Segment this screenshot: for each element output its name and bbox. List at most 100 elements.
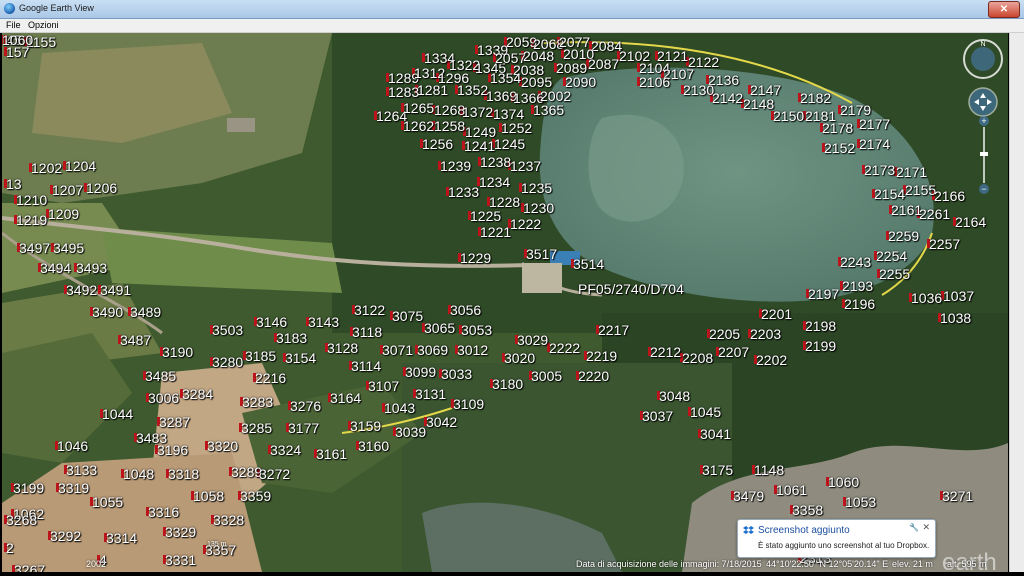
placemark-label[interactable]: 2220 [578,369,609,383]
placemark-label[interactable]: 3276 [290,399,321,413]
placemark-label[interactable]: 1256 [422,137,453,151]
placemark-label[interactable]: 2197 [808,287,839,301]
menu-options[interactable]: Opzioni [28,20,59,30]
placemark-label[interactable]: 1061 [776,483,807,497]
placemark-label[interactable]: 1281 [417,83,448,97]
placemark-label[interactable]: 2261 [919,207,950,221]
placemark-label[interactable]: 3485 [145,369,176,383]
placemark-label[interactable]: 1219 [16,213,47,227]
settings-icon[interactable]: 🔧 [909,523,919,532]
placemark-label[interactable]: 2207 [718,345,749,359]
placemark-label[interactable]: 2178 [822,121,853,135]
placemark-label[interactable]: 3190 [162,345,193,359]
dropbox-notification[interactable]: Screenshot aggiunto È stato aggiunto uno… [737,519,936,558]
placemark-label[interactable]: 2196 [844,297,875,311]
placemark-label[interactable]: 3494 [40,261,71,275]
placemark-label[interactable]: 1206 [86,181,117,195]
placemark-label[interactable]: 2202 [756,353,787,367]
placemark-label[interactable]: 1374 [493,107,524,121]
placemark-label[interactable]: 2130 [683,83,714,97]
placemark-label[interactable]: 1258 [434,119,465,133]
placemark-label[interactable]: 1372 [462,105,493,119]
placemark-label[interactable]: 2174 [859,137,890,151]
placemark-label[interactable]: 2171 [896,165,927,179]
placemark-label[interactable]: 3069 [417,343,448,357]
placemark-label[interactable]: 3109 [453,397,484,411]
placemark-label[interactable]: 2217 [598,323,629,337]
placemark-label[interactable]: 1225 [470,209,501,223]
placemark-label[interactable]: 1222 [510,217,541,231]
placemark-label[interactable]: 1207 [52,183,83,197]
placemark-label[interactable]: 3292 [50,529,81,543]
placemark-label[interactable]: 3071 [382,343,413,357]
placemark-label[interactable]: 1249 [465,125,496,139]
placemark-label[interactable]: 3065 [424,321,455,335]
placemark-label[interactable]: 3114 [351,359,381,373]
placemark-label[interactable]: 3159 [350,419,381,433]
placemark-label[interactable]: 2182 [800,91,831,105]
placemark-label[interactable]: 2208 [682,351,713,365]
placemark-label[interactable]: 3285 [241,421,272,435]
placemark-label[interactable]: 3199 [13,481,44,495]
placemark-label[interactable]: 3479 [733,489,764,503]
placemark-label[interactable]: 3177 [288,421,319,435]
satellite-map[interactable]: 45 1155 157 1339 2059 2068 2077 2084 1334 1322 134… [2,33,1008,572]
placemark-label[interactable]: 3053 [461,323,492,337]
placemark-label[interactable]: 1265 [403,101,434,115]
placemark-label[interactable]: 2243 [840,255,871,269]
placemark-label[interactable]: 2257 [929,237,960,251]
placemark-label[interactable]: 1060 [2,33,33,47]
placemark-label[interactable]: 1053 [845,495,876,509]
placemark-label[interactable]: 1229 [460,251,491,265]
placemark-label[interactable]: 3133 [66,463,97,477]
placemark-label[interactable]: 3358 [792,503,823,517]
placemark-label[interactable]: 3328 [213,513,244,527]
placemark-label[interactable]: 2255 [879,267,910,281]
placemark-label[interactable]: 3161 [316,447,347,461]
placemark-label[interactable]: 1283 [388,85,419,99]
placemark-label[interactable]: 2193 [842,279,873,293]
placemark-label[interactable]: 3154 [285,351,316,365]
placemark-label[interactable]: 1352 [457,83,488,97]
placemark-label[interactable]: 1043 [384,401,415,415]
placemark-label[interactable]: 3160 [358,439,389,453]
placemark-label[interactable]: 3497 [19,241,50,255]
placemark-label[interactable]: 2089 [556,61,587,75]
placemark-label[interactable]: 1238 [480,155,511,169]
placemark-label[interactable]: 3359 [240,489,271,503]
placemark-label[interactable]: 2150 [773,109,804,123]
placemark-label[interactable]: 1210 [16,193,47,207]
placemark-label[interactable]: 3289 [231,465,262,479]
placemark-label[interactable]: 3272 [259,467,290,481]
placemark-label[interactable]: 1060 [828,475,859,489]
placemark-label[interactable]: 2048 [523,49,554,63]
placemark-label[interactable]: 1037 [943,289,974,303]
placemark-label[interactable]: 3041 [700,427,731,441]
placemark-label[interactable]: 3175 [702,463,733,477]
placemark-label[interactable]: 1365 [533,103,564,117]
placemark-label[interactable]: 2201 [761,307,792,321]
placemark-label[interactable]: 2259 [888,229,919,243]
placemark-label[interactable]: 2216 [255,371,286,385]
placemark-label[interactable]: 1268 [434,103,465,117]
placemark-label[interactable]: 1233 [448,185,479,199]
placemark-label[interactable]: 1228 [489,195,520,209]
placemark-label[interactable]: 2254 [876,249,907,263]
placemark-label[interactable]: 1237 [510,159,541,173]
placemark-label[interactable]: 2 [6,541,14,555]
placemark-label[interactable]: 13 [6,177,22,191]
placemark-label[interactable]: 1058 [193,489,224,503]
placemark-label[interactable]: 2090 [565,75,596,89]
placemark-label[interactable]: 3020 [504,351,535,365]
placemark-label[interactable]: 2087 [588,57,619,71]
placemark-label[interactable]: 1230 [523,201,554,215]
placemark-label[interactable]: 3196 [157,443,188,457]
placemark-label[interactable]: 3329 [165,525,196,539]
placemark-label[interactable]: 3319 [58,481,89,495]
placemark-label[interactable]: 2161 [891,203,922,217]
placemark-label[interactable]: 3490 [92,305,123,319]
placemark-label[interactable]: 2164 [955,215,986,229]
placemark-label[interactable]: 3517 [526,247,557,261]
placemark-label[interactable]: 2106 [639,75,670,89]
placemark-label[interactable]: 3183 [276,331,307,345]
